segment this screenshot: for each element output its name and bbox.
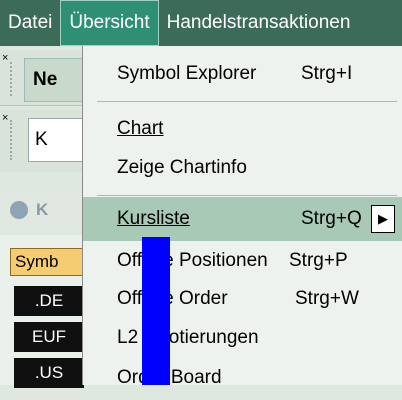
menu-handelstransaktionen[interactable]: Handelstransaktionen xyxy=(159,0,359,46)
panel-logo-icon xyxy=(10,201,28,219)
close-toolbar-icon[interactable]: × xyxy=(2,112,8,124)
symbol-column-header[interactable]: Symb xyxy=(10,248,84,276)
triangle-right-icon[interactable]: ▶ xyxy=(371,205,395,233)
row-symbol: .DE xyxy=(34,291,64,310)
menu-item-label: Chart xyxy=(117,118,164,139)
menu-item-shortcut: Strg+W xyxy=(295,288,359,309)
menu-uebersicht[interactable]: Übersicht xyxy=(60,0,159,46)
symbol-header-label: Symb xyxy=(15,252,59,271)
menu-datei[interactable]: Datei xyxy=(0,0,60,46)
menu-item-label: Zeige Chartinfo xyxy=(117,157,247,178)
menu-item-label: Symbol Explorer xyxy=(117,63,257,84)
toolbar-grip-handle[interactable] xyxy=(10,62,18,96)
menu-separator xyxy=(97,195,397,196)
panel-title: K xyxy=(36,200,49,219)
menu-item-l2-quotierungen[interactable]: L2 Quotierungen xyxy=(83,316,402,360)
menu-item-label: L2 Quotierungen xyxy=(117,327,259,348)
new-button[interactable]: Ne xyxy=(24,58,84,102)
row-symbol: EUF xyxy=(32,327,66,346)
menu-item-offene-order[interactable]: Offene Order Strg+W xyxy=(83,277,402,321)
table-row[interactable]: .US xyxy=(14,358,84,388)
menu-item-label: Offene Positionen xyxy=(117,250,268,271)
symbol-input[interactable]: K xyxy=(28,118,88,162)
menu-item-label: Offene Order xyxy=(117,288,228,309)
menu-item-shortcut: Strg+Q xyxy=(301,208,362,229)
menu-separator xyxy=(97,101,397,102)
menu-bar: Datei Übersicht Handelstransaktionen xyxy=(0,0,402,46)
symbol-input-text: K xyxy=(35,129,48,150)
menu-item-kursliste[interactable]: Kursliste Strg+Q ▶ xyxy=(83,197,402,241)
table-row[interactable]: .DE xyxy=(14,286,84,316)
menu-item-chart[interactable]: Chart xyxy=(83,107,402,151)
menu-datei-label: Datei xyxy=(8,12,53,33)
menu-handelstransaktionen-label: Handelstransaktionen xyxy=(166,12,351,33)
menu-item-zeige-chartinfo[interactable]: Zeige Chartinfo xyxy=(83,146,402,190)
menu-item-label: Kursliste xyxy=(117,208,190,229)
menu-uebersicht-label: Übersicht xyxy=(69,12,150,33)
row-symbol: .US xyxy=(34,363,64,382)
menu-item-order-board[interactable]: Order Board xyxy=(83,356,402,400)
uebersicht-dropdown-menu: Symbol Explorer Strg+I Chart Zeige Chart… xyxy=(82,46,402,388)
new-button-label: Ne xyxy=(33,69,58,90)
toolbar-1: × Ne xyxy=(0,50,84,106)
panel-header: K xyxy=(0,190,82,230)
redaction-bar xyxy=(142,237,170,385)
close-toolbar-icon[interactable]: × xyxy=(2,52,8,64)
menu-item-symbol-explorer[interactable]: Symbol Explorer Strg+I xyxy=(83,52,402,96)
toolbar-2: × K xyxy=(0,110,88,172)
menu-item-shortcut: Strg+P xyxy=(289,250,348,271)
toolbar-grip-handle[interactable] xyxy=(10,120,22,160)
table-row[interactable]: EUF xyxy=(14,322,84,352)
menu-item-shortcut: Strg+I xyxy=(301,63,353,84)
